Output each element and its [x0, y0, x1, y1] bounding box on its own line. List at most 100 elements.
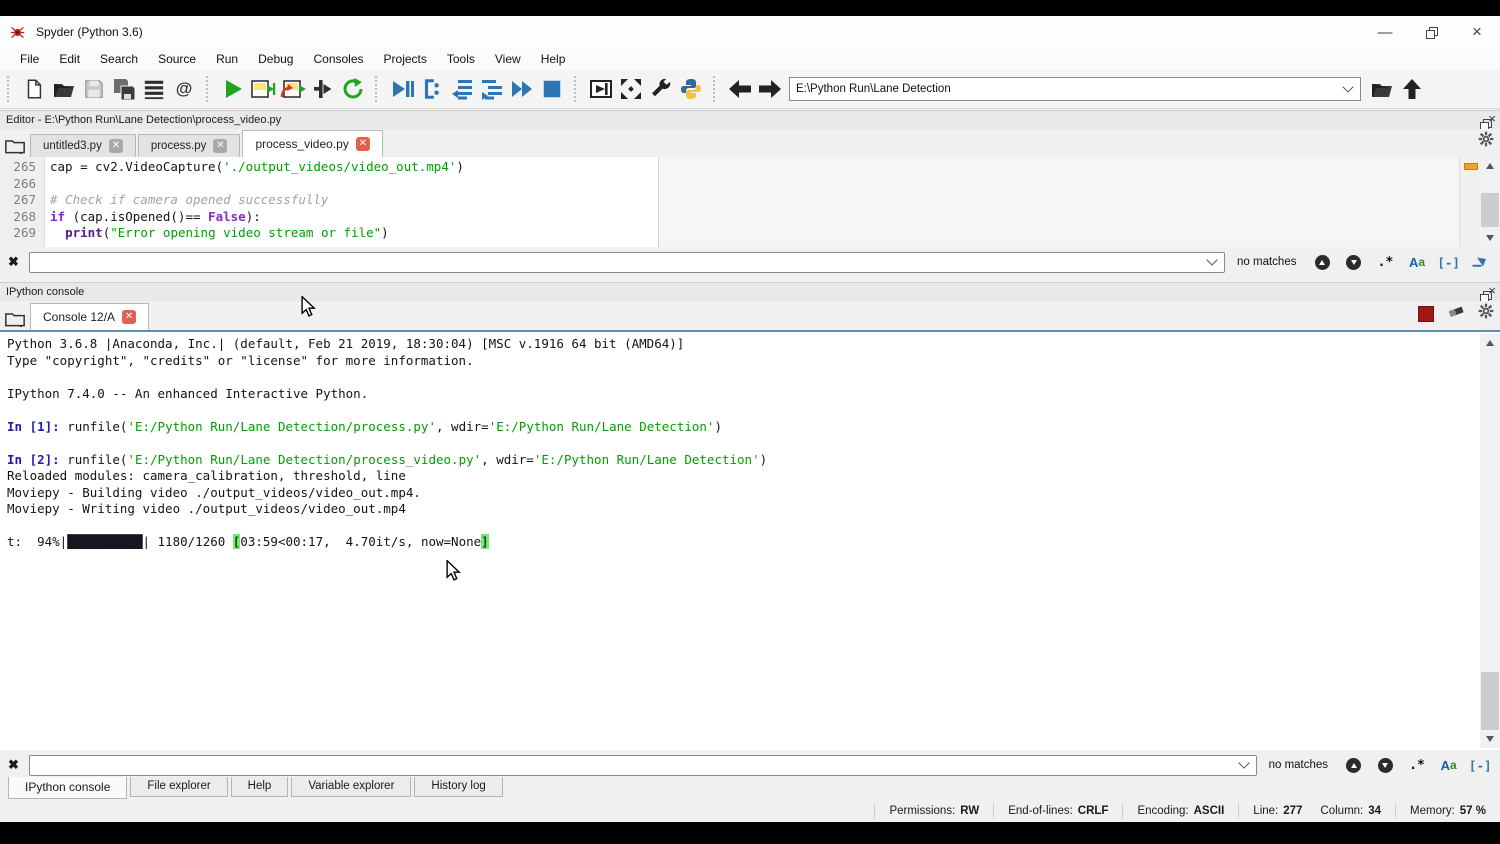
case-sensitive-toggle[interactable]: Aa	[1405, 252, 1429, 272]
python-path-manager-button[interactable]	[676, 74, 706, 104]
stop-button[interactable]	[537, 74, 567, 104]
back-button[interactable]	[725, 74, 755, 104]
menu-item[interactable]: Debug	[248, 50, 303, 68]
pane-tab[interactable]: Help	[231, 777, 289, 797]
chevron-down-icon[interactable]	[1342, 81, 1353, 92]
pane-tab[interactable]: Variable explorer	[291, 777, 411, 797]
step-return-button[interactable]	[477, 74, 507, 104]
working-directory-input[interactable]	[790, 83, 1342, 95]
run-cell-button[interactable]	[248, 74, 278, 104]
console-pane-title: IPython console	[6, 286, 84, 298]
menu-item[interactable]: File	[10, 50, 49, 68]
fullscreen-button[interactable]	[616, 74, 646, 104]
warning-marker[interactable]	[1464, 163, 1478, 170]
regex-toggle[interactable]: .*	[1405, 755, 1429, 775]
tab-close-icon[interactable]: ✕	[109, 139, 123, 153]
minimize-button[interactable]: —	[1362, 16, 1408, 48]
editor-pane-header: Editor - E:\Python Run\Lane Detection\pr…	[0, 110, 1500, 130]
preferences-wrench-button[interactable]	[646, 74, 676, 104]
regex-toggle[interactable]: .*	[1374, 252, 1398, 272]
open-directory-button[interactable]	[1367, 74, 1397, 104]
restore-button[interactable]	[1408, 16, 1454, 48]
pane-tab[interactable]: File explorer	[130, 777, 227, 797]
editor-tab[interactable]: process.py ✕	[138, 134, 241, 157]
scroll-up-icon[interactable]	[1480, 334, 1500, 352]
console-output[interactable]: Python 3.6.8 |Anaconda, Inc.| (default, …	[0, 330, 1500, 750]
case-sensitive-toggle[interactable]: Aa	[1437, 755, 1461, 775]
menu-item[interactable]: View	[485, 50, 531, 68]
find-previous-button[interactable]	[1310, 252, 1334, 272]
save-all-button[interactable]	[109, 74, 139, 104]
scroll-down-icon[interactable]	[1480, 730, 1500, 748]
rerun-cell-button[interactable]	[278, 74, 308, 104]
find-input-wrap[interactable]	[29, 252, 1225, 273]
forward-button[interactable]	[755, 74, 785, 104]
interrupt-kernel-icon[interactable]	[1418, 306, 1434, 322]
close-find-icon[interactable]: ✖	[8, 254, 19, 270]
editor-scroll-thumb[interactable]	[1481, 193, 1499, 227]
toolbar-separator	[574, 76, 581, 102]
symbol-finder-button[interactable]: @	[169, 74, 199, 104]
console-scrollbar[interactable]	[1480, 334, 1500, 748]
rerun-last-button[interactable]	[338, 74, 368, 104]
screen: Spyder (Python 3.6) — × FileEditSearchSo…	[0, 0, 1500, 844]
console-options-gear-icon[interactable]	[1478, 303, 1494, 324]
continue-button[interactable]	[507, 74, 537, 104]
working-directory-combo[interactable]	[789, 77, 1361, 101]
parent-directory-button[interactable]	[1397, 74, 1427, 104]
save-button[interactable]	[79, 74, 109, 104]
file-switcher-button[interactable]	[139, 74, 169, 104]
find-previous-button[interactable]	[1342, 755, 1366, 775]
clear-console-icon[interactable]	[1447, 304, 1465, 323]
spyder-logo-icon	[9, 24, 26, 41]
editor-tab[interactable]: untitled3.py ✕	[30, 134, 136, 157]
replace-icon[interactable]	[1468, 252, 1492, 272]
find-input-wrap[interactable]	[29, 755, 1257, 776]
find-next-button[interactable]	[1374, 755, 1398, 775]
find-text-input[interactable]	[30, 254, 1206, 271]
editor-tab[interactable]: process_video.py ✕	[242, 130, 382, 157]
console-tab[interactable]: Console 12/A ✕	[30, 303, 149, 330]
find-text-input[interactable]	[30, 757, 1238, 774]
menu-item[interactable]: Source	[148, 50, 206, 68]
tab-close-icon[interactable]: ✕	[122, 310, 136, 324]
find-status: no matches	[1269, 759, 1328, 771]
browse-tabs-icon[interactable]	[2, 135, 28, 157]
chevron-down-icon[interactable]	[1238, 757, 1249, 768]
menu-item[interactable]: Search	[90, 50, 148, 68]
editor-options-gear-icon[interactable]	[1478, 131, 1494, 152]
menu-item[interactable]: Projects	[374, 50, 437, 68]
console-tab-label: Console 12/A	[43, 310, 115, 324]
tab-close-icon[interactable]: ✕	[356, 137, 370, 151]
menu-item[interactable]: Run	[206, 50, 248, 68]
scroll-down-icon[interactable]	[1480, 229, 1500, 247]
menu-item[interactable]: Tools	[437, 50, 485, 68]
menu-item[interactable]: Help	[531, 50, 576, 68]
new-file-button[interactable]	[19, 74, 49, 104]
editor-scrollbar[interactable]	[1480, 157, 1500, 247]
debug-button[interactable]	[387, 74, 417, 104]
editor-code-area[interactable]: 265cap = cv2.VideoCapture('./output_vide…	[0, 157, 1500, 247]
menu-item[interactable]: Consoles	[303, 50, 373, 68]
run-selection-button[interactable]	[308, 74, 338, 104]
open-file-button[interactable]	[49, 74, 79, 104]
close-button[interactable]: ×	[1454, 16, 1500, 48]
find-next-button[interactable]	[1342, 252, 1366, 272]
console-scroll-thumb[interactable]	[1481, 672, 1499, 730]
console-lines: Python 3.6.8 |Anaconda, Inc.| (default, …	[7, 336, 1476, 551]
browse-tabs-icon[interactable]	[2, 308, 28, 330]
scroll-up-icon[interactable]	[1480, 157, 1500, 175]
step-into-button[interactable]	[447, 74, 477, 104]
close-find-icon[interactable]: ✖	[8, 757, 19, 773]
menu-item[interactable]: Edit	[49, 50, 90, 68]
step-button[interactable]	[417, 74, 447, 104]
pane-tab[interactable]: IPython console	[8, 777, 127, 799]
maximize-pane-button[interactable]	[586, 74, 616, 104]
pane-tab[interactable]: History log	[414, 777, 502, 797]
whole-words-toggle[interactable]: [-]	[1468, 755, 1492, 775]
bottom-black-strip	[0, 822, 1500, 844]
run-button[interactable]	[218, 74, 248, 104]
whole-words-toggle[interactable]: [-]	[1437, 252, 1461, 272]
chevron-down-icon[interactable]	[1206, 254, 1217, 265]
tab-close-icon[interactable]: ✕	[213, 139, 227, 153]
